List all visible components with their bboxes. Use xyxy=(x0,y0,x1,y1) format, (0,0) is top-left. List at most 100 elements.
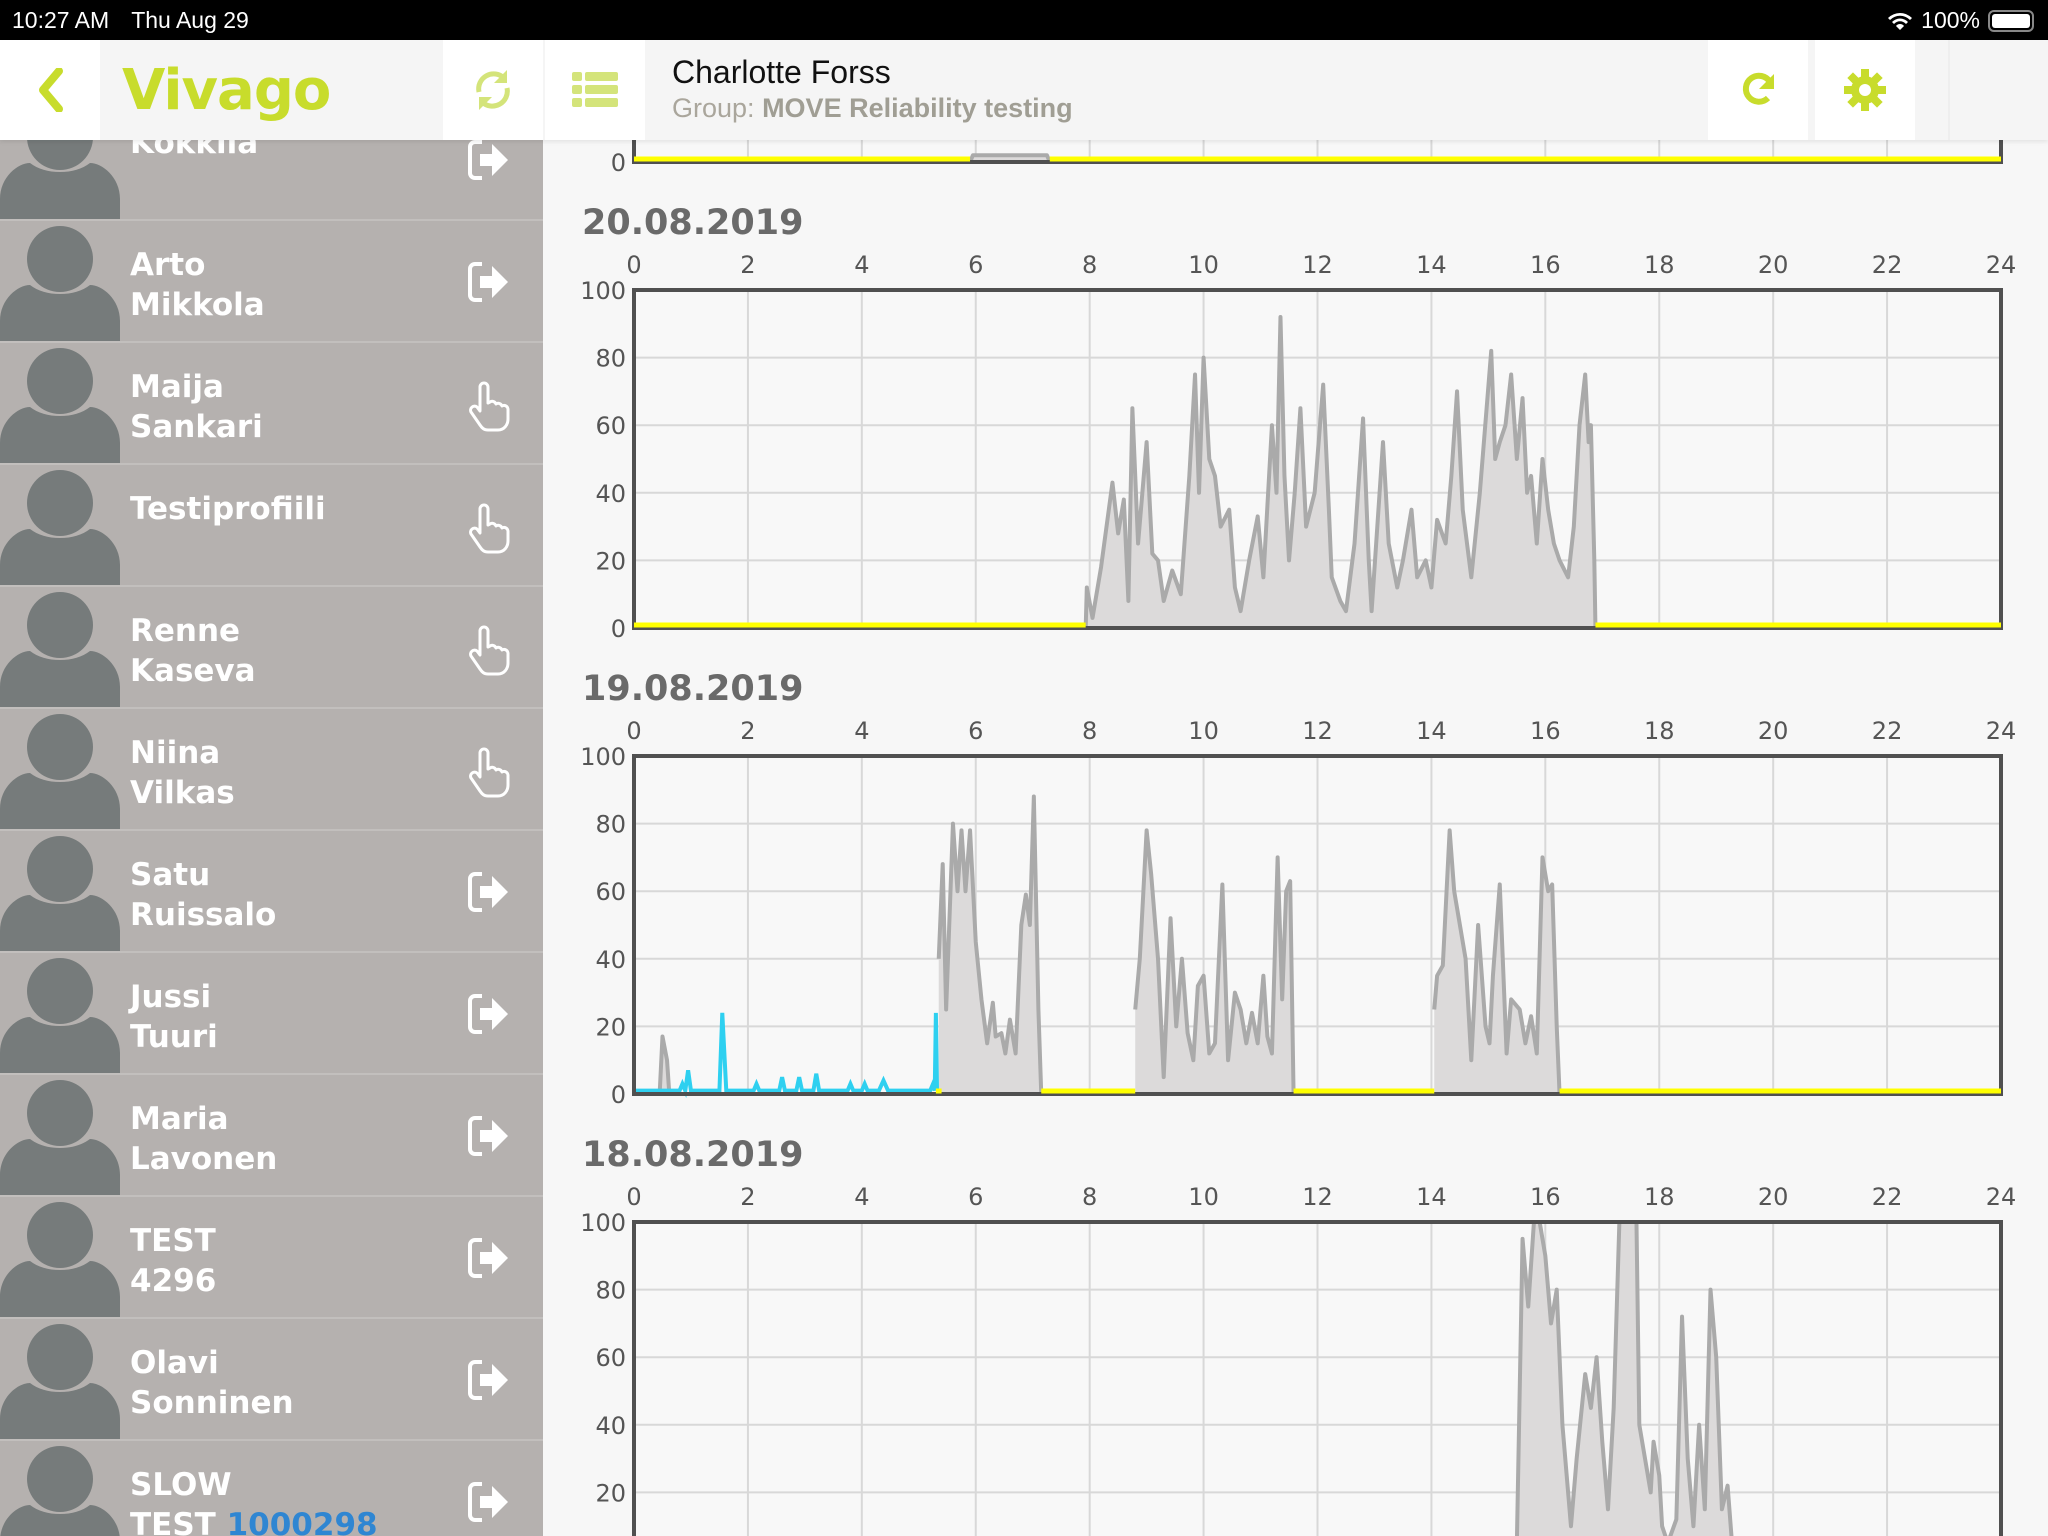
x-tick-label: 14 xyxy=(1416,251,1447,279)
y-tick-label: 80 xyxy=(595,345,626,373)
resident-action[interactable] xyxy=(466,1113,512,1164)
y-tick-label: 20 xyxy=(595,1479,626,1507)
chevron-left-icon xyxy=(39,68,63,112)
resident-item[interactable]: Niina Vilkas xyxy=(0,707,543,831)
resident-title: Charlotte Forss Group: MOVE Reliability … xyxy=(672,54,1073,124)
resident-item[interactable]: Arto Mikkola xyxy=(0,219,543,343)
avatar xyxy=(0,1080,120,1197)
resident-action[interactable] xyxy=(466,869,512,920)
settings-button[interactable] xyxy=(1815,40,1915,140)
sync-button[interactable] xyxy=(443,40,543,140)
y-tick-label: 80 xyxy=(595,1277,626,1305)
y-tick-label: 20 xyxy=(595,547,626,575)
y-tick-label: 0 xyxy=(611,149,626,177)
resident-name: Jussi Tuuri xyxy=(130,979,218,1055)
logout-icon[interactable] xyxy=(466,1113,512,1159)
resident-list-button[interactable] xyxy=(545,40,645,140)
hand-pointer-icon[interactable] xyxy=(466,625,512,677)
status-bar: 10:27 AM Thu Aug 29 100% xyxy=(0,0,2048,40)
x-tick-label: 16 xyxy=(1530,251,1561,279)
x-tick-label: 12 xyxy=(1302,717,1333,745)
resident-action[interactable] xyxy=(466,991,512,1042)
logout-icon[interactable] xyxy=(466,991,512,1037)
x-tick-label: 22 xyxy=(1872,717,1903,745)
x-tick-label: 2 xyxy=(740,251,755,279)
resident-item[interactable]: Satu Ruissalo xyxy=(0,829,543,953)
resident-name: SLOW TEST 1000298 xyxy=(130,1465,378,1536)
logout-icon[interactable] xyxy=(466,1357,512,1403)
resident-action[interactable] xyxy=(466,1357,512,1408)
day-chart: 024681012141618202224020406080100 xyxy=(543,140,2048,203)
avatar xyxy=(0,1324,120,1441)
resident-action[interactable] xyxy=(466,259,512,310)
logout-icon[interactable] xyxy=(466,140,512,183)
activity-charts[interactable]: 02468101214161820222402040608010020.08.2… xyxy=(543,140,2048,1536)
y-tick-label: 100 xyxy=(580,743,626,771)
logout-icon[interactable] xyxy=(466,1235,512,1281)
x-tick-label: 8 xyxy=(1082,251,1097,279)
hand-pointer-icon[interactable] xyxy=(466,747,512,799)
avatar xyxy=(0,140,120,221)
sync-icon xyxy=(476,70,510,110)
day-chart: 20.08.2019 0 2 4 6 8 10 12 14 16 18 20 22 24 0 20 40 60 80… xyxy=(543,203,2048,669)
x-tick-label: 10 xyxy=(1188,1183,1219,1211)
x-tick-label: 24 xyxy=(1986,1183,2017,1211)
logout-icon[interactable] xyxy=(466,259,512,305)
x-tick-label: 22 xyxy=(1872,1183,1903,1211)
group-name: MOVE Reliability testing xyxy=(762,93,1073,123)
resident-item[interactable]: Maija Sankari xyxy=(0,341,543,465)
resident-name: Renne Kaseva xyxy=(130,613,256,689)
resident-action[interactable] xyxy=(466,1479,512,1530)
resident-action[interactable] xyxy=(466,1235,512,1286)
group-label: Group: xyxy=(672,93,755,123)
back-button[interactable] xyxy=(0,40,100,140)
battery-percent: 100% xyxy=(1921,7,1980,33)
resident-item[interactable]: Testiprofiili xyxy=(0,463,543,587)
header-divider xyxy=(1948,40,1950,140)
resident-item[interactable]: Jussi Tuuri xyxy=(0,951,543,1075)
x-tick-label: 12 xyxy=(1302,1183,1333,1211)
resident-item[interactable]: Renne Kaseva xyxy=(0,585,543,709)
logout-icon[interactable] xyxy=(466,869,512,915)
y-tick-label: 80 xyxy=(595,811,626,839)
resident-item[interactable]: SLOW TEST 1000298 xyxy=(0,1439,543,1536)
x-tick-label: 0 xyxy=(626,251,641,279)
refresh-button[interactable] xyxy=(1708,40,1808,140)
resident-name: Olavi Sonninen xyxy=(130,1345,294,1421)
x-tick-label: 22 xyxy=(1872,251,1903,279)
resident-action[interactable] xyxy=(466,381,512,438)
day-chart: 19.08.2019 0 2 4 6 8 10 12 14 16 18 20 22 24 0 20 40 60 80… xyxy=(543,669,2048,1135)
resident-name: Charlotte Forss xyxy=(672,54,891,90)
resident-item[interactable]: Maria Lavonen xyxy=(0,1073,543,1197)
hand-pointer-icon[interactable] xyxy=(466,381,512,433)
y-tick-label: 60 xyxy=(595,412,626,440)
avatar xyxy=(0,1446,120,1536)
resident-item[interactable]: Kokkila xyxy=(0,140,543,221)
hand-pointer-icon[interactable] xyxy=(466,503,512,555)
resident-sidebar[interactable]: Kokkila Arto Mikkola Maija Sankari Testiprofi… xyxy=(0,140,543,1536)
avatar xyxy=(0,592,120,709)
x-tick-label: 14 xyxy=(1416,717,1447,745)
x-tick-label: 0 xyxy=(626,717,641,745)
y-tick-label: 20 xyxy=(595,1013,626,1041)
resident-action[interactable] xyxy=(466,503,512,560)
avatar xyxy=(0,470,120,587)
activity-chart: 024681012141618202224020406080100 xyxy=(611,140,2003,177)
logout-icon[interactable] xyxy=(466,1479,512,1525)
resident-action[interactable] xyxy=(466,140,512,188)
x-tick-label: 8 xyxy=(1082,1183,1097,1211)
resident-item[interactable]: TEST 4296 xyxy=(0,1195,543,1319)
avatar xyxy=(0,958,120,1075)
resident-action[interactable] xyxy=(466,625,512,682)
activity-chart: 024681012141618202224020406080100 xyxy=(580,717,2017,1109)
x-tick-label: 12 xyxy=(1302,251,1333,279)
y-tick-label: 40 xyxy=(595,1412,626,1440)
x-tick-label: 24 xyxy=(1986,717,2017,745)
resident-action[interactable] xyxy=(466,747,512,804)
x-tick-label: 14 xyxy=(1416,1183,1447,1211)
avatar xyxy=(0,348,120,465)
resident-item[interactable]: Olavi Sonninen xyxy=(0,1317,543,1441)
battery-icon xyxy=(1988,9,2034,32)
x-tick-label: 20 xyxy=(1758,717,1789,745)
y-tick-label: 100 xyxy=(580,1209,626,1237)
